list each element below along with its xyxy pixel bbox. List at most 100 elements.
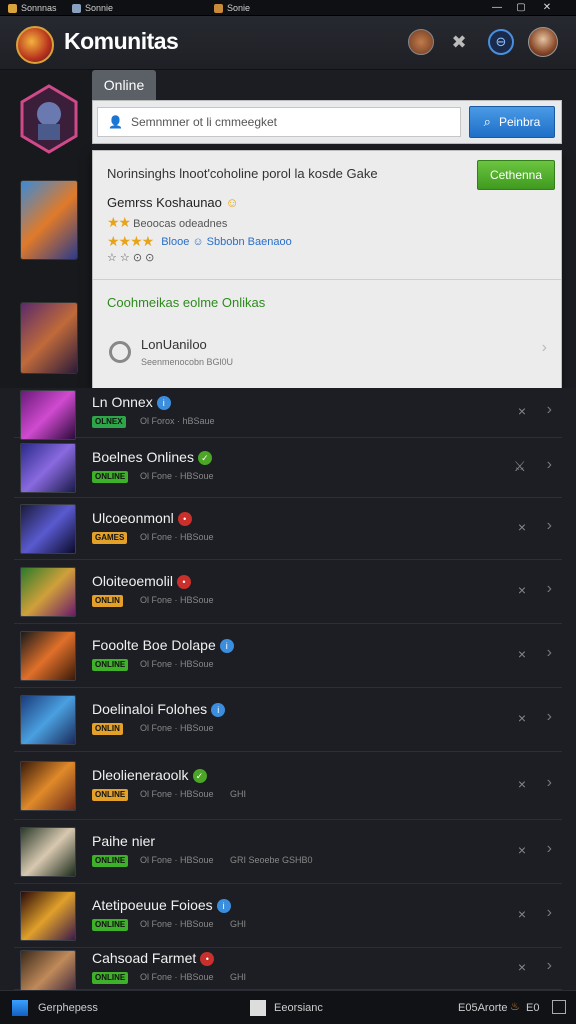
game-title: Cahsoad Farmet • — [92, 950, 215, 967]
settings-icon[interactable]: ⊖ — [488, 29, 514, 55]
page-title: Komunitas — [64, 28, 179, 54]
game-title-text: Paihe nier — [92, 833, 156, 849]
game-subtitle: Ol Fone · HBSoue — [140, 919, 214, 929]
game-thumbnail[interactable] — [20, 891, 76, 941]
dismiss-button[interactable]: × — [518, 519, 526, 535]
game-thumbnail[interactable] — [20, 761, 76, 811]
avatar-icon[interactable] — [408, 29, 434, 55]
game-thumbnail[interactable] — [20, 390, 76, 440]
grid-icon — [72, 3, 81, 13]
game-extra: GHI — [230, 919, 247, 929]
chevron-right-icon[interactable]: › — [547, 580, 552, 598]
status-tag: ONLINE — [92, 789, 129, 801]
guild-emblem-icon[interactable] — [18, 84, 80, 154]
game-title: Ulcoeonmonl • — [92, 510, 192, 527]
chevron-right-icon[interactable]: › — [547, 957, 552, 975]
game-subtitle: Ol Fone · HBSoue — [140, 855, 214, 865]
game-title: Oloiteoemolil • — [92, 573, 191, 590]
chevron-right-icon[interactable]: › — [547, 644, 552, 662]
chevron-right-icon: › — [541, 339, 547, 356]
game-list-row[interactable]: Boelnes Onlines ✓ ONLINE Ol Fone · HBSoue… — [14, 438, 562, 498]
chevron-right-icon[interactable]: › — [547, 904, 552, 922]
game-thumbnail[interactable] — [20, 443, 76, 493]
dismiss-button[interactable]: × — [518, 842, 526, 858]
game-title-text: Ulcoeonmonl — [92, 510, 174, 526]
status-badge-icon: i — [216, 899, 231, 914]
game-thumbnail[interactable] — [20, 567, 76, 617]
dismiss-button[interactable]: × — [518, 582, 526, 598]
dismiss-button[interactable]: × — [518, 776, 526, 792]
game-list-row[interactable]: Cahsoad Farmet • ONLINE Ol Fone · HBSoue … — [14, 948, 562, 1000]
start-label[interactable]: Gerphepess — [38, 1002, 98, 1014]
game-list-row[interactable]: Oloiteoemolil • ONLIN Ol Fone · HBSoue × … — [14, 560, 562, 624]
game-list-row[interactable]: Ulcoeonmonl • GAMES Ol Fone · HBSoue × › — [14, 498, 562, 560]
game-title-text: Cahsoad Farmet — [92, 950, 197, 966]
status-badge-icon: ✓ — [192, 769, 207, 784]
search-button-label: Peinbra — [498, 115, 541, 129]
search-icon: ⌕ — [483, 114, 491, 129]
rating-stars: ★★★★ — [107, 233, 154, 249]
game-subtitle: Ol Forox · hBSaue — [140, 416, 215, 426]
chevron-right-icon[interactable]: › — [547, 456, 552, 474]
titlebar-tab-3[interactable]: Sonie — [210, 1, 254, 15]
chevron-right-icon[interactable]: › — [547, 708, 552, 726]
search-button[interactable]: ⌕ Peinbra — [469, 106, 555, 138]
chevron-right-icon[interactable]: › — [547, 774, 552, 792]
panel-stars-row: ★★★★ Blooe ☺ Sbbobn Baenaoo — [107, 233, 292, 250]
app-icon[interactable] — [250, 1000, 266, 1016]
status-tag: OLNEX — [92, 416, 126, 428]
game-list-row[interactable]: Dleolieneraoolk ✓ ONLINE Ol Fone · HBSoue… — [14, 752, 562, 820]
minimize-button[interactable]: — — [486, 0, 508, 16]
game-thumbnail[interactable] — [20, 695, 76, 745]
game-thumbnail[interactable] — [20, 631, 76, 681]
status-tag: ONLIN — [92, 595, 123, 607]
titlebar-tab-2[interactable]: Sonnie — [68, 1, 117, 15]
status-badge-icon: i — [156, 396, 171, 411]
panel-action-button[interactable]: Cethenna — [477, 160, 555, 190]
game-title-text: Doelinaloi Folohes — [92, 701, 208, 717]
notification-icon[interactable] — [552, 1000, 566, 1014]
chevron-right-icon[interactable]: › — [547, 840, 552, 858]
game-thumbnail[interactable] — [20, 827, 76, 877]
taskbar-app-label[interactable]: Eeorsianc — [274, 1002, 323, 1014]
game-list-row[interactable]: Atetipoeuue Foioes i ONLINE Ol Fone · HBS… — [14, 884, 562, 948]
maximize-button[interactable]: ▢ — [510, 0, 532, 16]
game-list-row[interactable]: Paihe nier ONLINE Ol Fone · HBSoue GRI S… — [14, 820, 562, 884]
panel-misc-row: ☆ ☆ ⊙ ⊙ — [107, 252, 155, 264]
titlebar-tab-label: Sonnie — [85, 3, 114, 13]
app-logo[interactable] — [16, 26, 54, 64]
game-list-row[interactable]: Doelinaloi Folohes i ONLIN Ol Fone · HBSo… — [14, 688, 562, 752]
game-subtitle: Ol Fone · HBSoue — [140, 659, 214, 669]
game-list-row[interactable]: Ln Onnex i OLNEX Ol Forox · hBSaue × › — [14, 388, 562, 440]
start-icon[interactable] — [12, 1000, 28, 1016]
swords-icon[interactable]: ✖ — [446, 29, 472, 55]
status-badge-icon: ✓ — [197, 451, 212, 466]
dismiss-button[interactable]: ⚔ — [513, 458, 526, 475]
panel-list-item[interactable]: LonUaniloo Seenmenocobn BGl0U › — [93, 323, 561, 379]
titlebar-tab-1[interactable]: Sonnnas — [4, 1, 61, 15]
dismiss-button[interactable]: × — [518, 959, 526, 975]
profile-avatar-icon[interactable] — [528, 27, 558, 57]
game-title: Fooolte Boe Dolape i — [92, 637, 234, 654]
dismiss-button[interactable]: × — [518, 710, 526, 726]
star-icon: ★★ — [107, 214, 131, 230]
game-thumbnail[interactable] — [20, 180, 78, 260]
game-thumbnail[interactable] — [20, 504, 76, 554]
chevron-right-icon[interactable]: › — [547, 401, 552, 419]
chevron-right-icon[interactable]: › — [547, 517, 552, 535]
panel-heading: Norinsinghs lnoot'coholine porol la kosd… — [107, 166, 378, 181]
game-list-row[interactable]: Fooolte Boe Dolape i ONLINE Ol Fone · HBS… — [14, 624, 562, 688]
search-input[interactable]: 👤 Semnmner ot li cmmeegket — [97, 107, 461, 137]
dismiss-button[interactable]: × — [518, 403, 526, 419]
status-tag: ONLIN — [92, 723, 123, 735]
dismiss-button[interactable]: × — [518, 646, 526, 662]
search-placeholder: Semnmner ot li cmmeegket — [130, 115, 278, 129]
game-title: Ln Onnex i — [92, 394, 171, 411]
close-button[interactable]: ✕ — [536, 0, 558, 16]
panel-stars-link[interactable]: Blooe ☺ Sbbobn Baenaoo — [161, 236, 292, 248]
status-tag: ONLINE — [92, 972, 129, 984]
dismiss-button[interactable]: × — [518, 906, 526, 922]
game-subtitle: Ol Fone · HBSoue — [140, 789, 214, 799]
sidebar — [0, 70, 92, 388]
game-thumbnail[interactable] — [20, 302, 78, 374]
